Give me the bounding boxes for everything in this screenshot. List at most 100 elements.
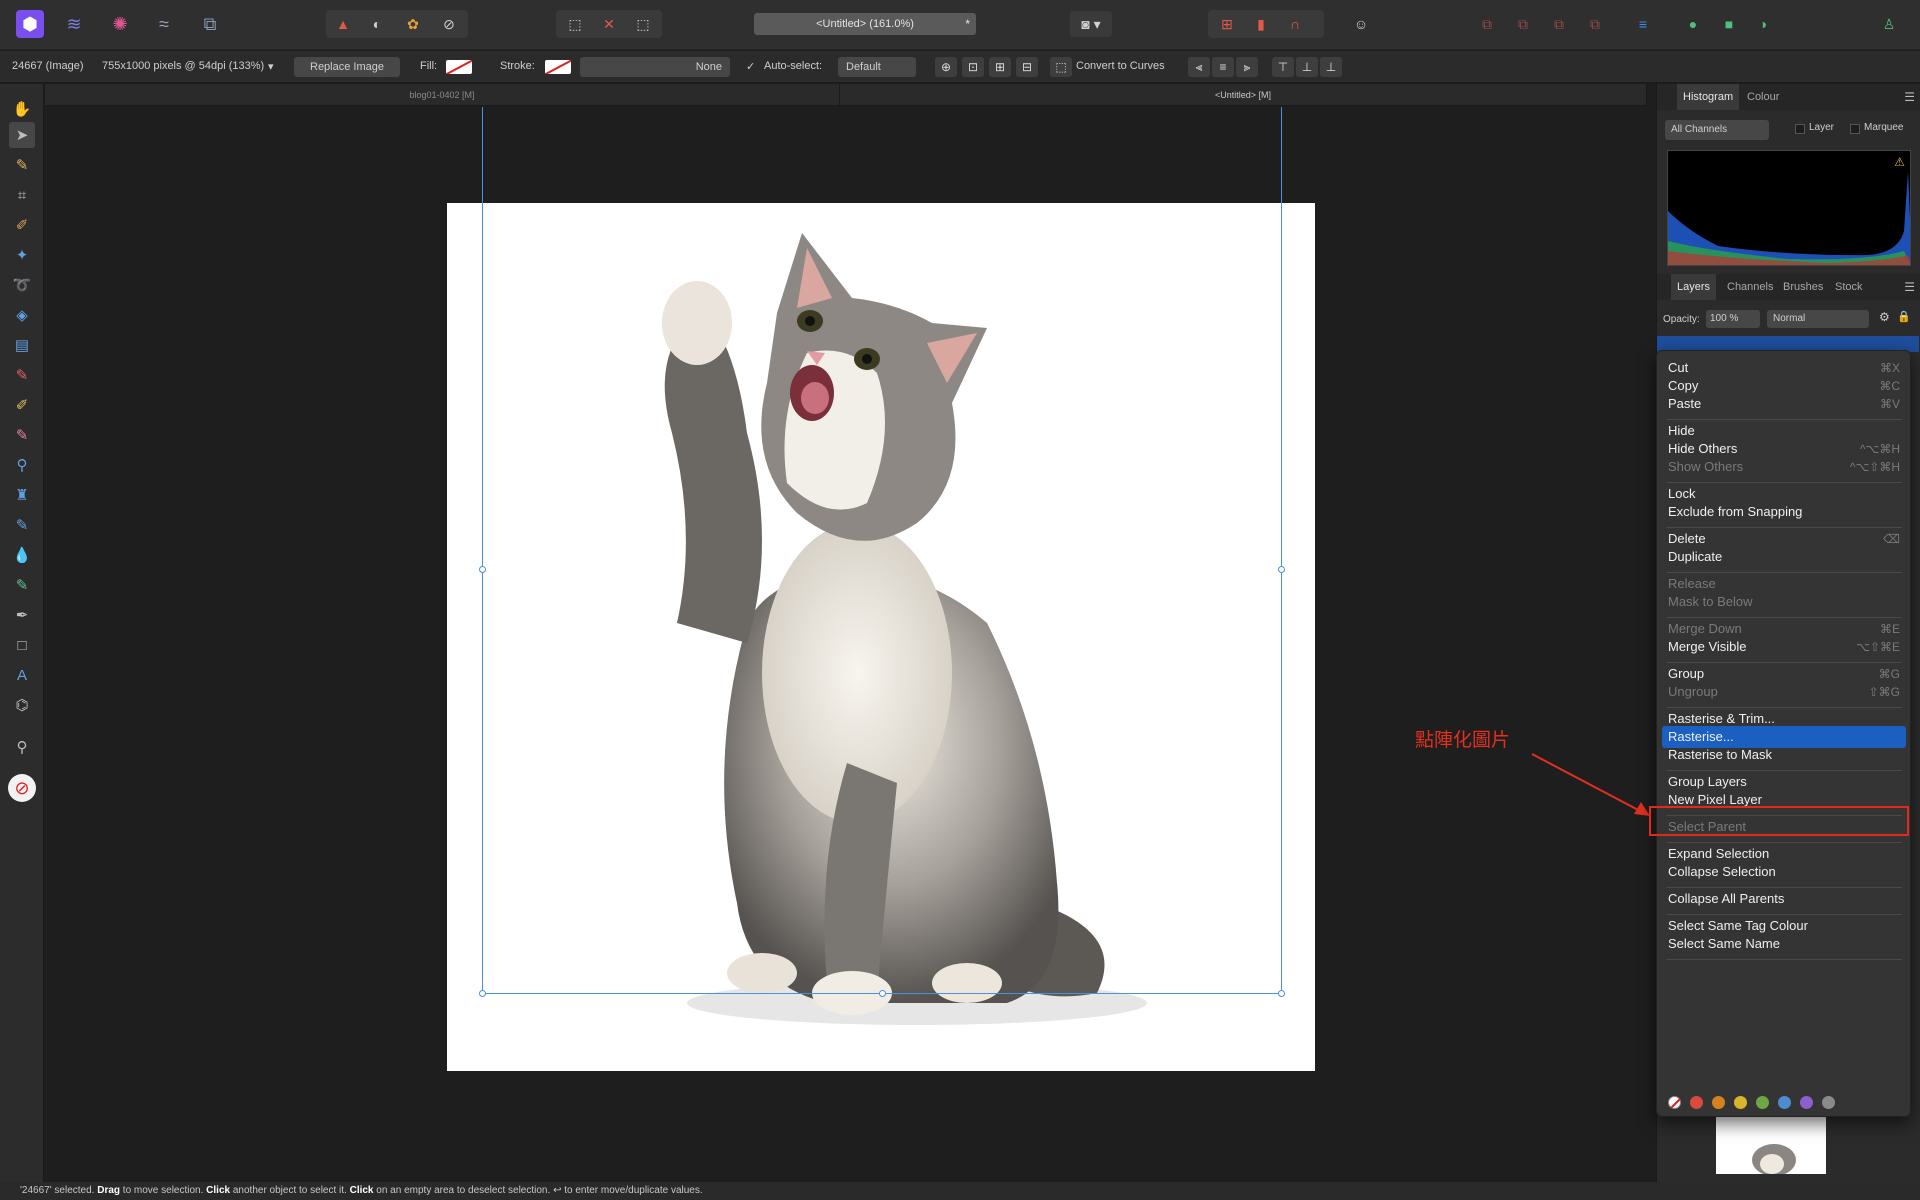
tag-colour-swatch[interactable] [1800,1096,1813,1109]
fill-tool-icon[interactable]: ◈ [9,302,35,328]
auto-contrast-icon[interactable]: ◐ [362,11,392,37]
tag-none-icon[interactable] [1668,1096,1681,1109]
bounding-box-icon[interactable]: ⊡ [962,57,984,77]
export-persona-icon[interactable]: ⧉ [196,10,224,38]
erase-brush-icon[interactable]: ✎ [9,422,35,448]
tab-untitled[interactable]: <Untitled> [M] [840,84,1647,106]
studio-colour-icon[interactable]: ◑ [1748,11,1778,37]
menu-select-same-name[interactable]: Select Same Name [1657,933,1910,955]
lock-icon[interactable]: 🔒 [1897,310,1911,323]
sharpen-brush-icon[interactable]: 💧 [9,542,35,568]
tab-layers[interactable]: Layers [1671,274,1717,300]
alignment-icon[interactable]: ≡ [1628,11,1658,37]
arrange-front-icon[interactable]: ⧉ [1580,11,1610,37]
levels-icon[interactable]: ▲ [328,11,358,37]
colour-swatch-icon[interactable]: ⊘ [8,774,36,802]
freehand-selection-icon[interactable]: ➰ [9,272,35,298]
menu-collapse-selection[interactable]: Collapse Selection [1657,861,1910,883]
tag-colour-swatch[interactable] [1778,1096,1791,1109]
develop-persona-icon[interactable]: ✺ [106,10,134,38]
white-balance-icon[interactable]: ⊘ [434,11,464,37]
arrange-backward-icon[interactable]: ⧉ [1508,11,1538,37]
tag-colour-swatch[interactable] [1712,1096,1725,1109]
arrange-forward-icon[interactable]: ⧉ [1544,11,1574,37]
tab-histogram[interactable]: Histogram [1677,84,1740,110]
arrange-back-icon[interactable]: ⧉ [1472,11,1502,37]
zoom-tool-icon[interactable]: ⚲ [9,734,35,760]
snap-icon[interactable]: ⊞ [989,57,1011,77]
menu-duplicate[interactable]: Duplicate [1657,546,1910,568]
crop-tool-icon[interactable]: ⌗ [9,182,35,208]
clone-brush-icon[interactable]: ♜ [9,482,35,508]
gradient-tool-icon[interactable]: ▤ [9,332,35,358]
tag-colour-swatch[interactable] [1822,1096,1835,1109]
dimensions-chevron-icon[interactable]: ▾ [268,60,274,73]
liquify-persona-icon[interactable]: ≋ [60,10,88,38]
grid-snap-icon[interactable]: ⊟ [1016,57,1038,77]
layer-checkbox[interactable] [1795,124,1805,134]
transform-origin-icon[interactable]: ⊕ [935,57,957,77]
quick-mask-icon[interactable]: ◙ ▾ [1070,11,1112,37]
channels-dropdown[interactable]: All Channels [1665,120,1769,140]
convert-to-curves-button[interactable]: Convert to Curves [1076,60,1165,72]
menu-exclude-snapping[interactable]: Exclude from Snapping [1657,501,1910,523]
selection-handle-left[interactable] [479,566,486,573]
paint-brush-icon[interactable]: ✎ [9,362,35,388]
menu-rasterise-to-mask[interactable]: Rasterise to Mask [1657,744,1910,766]
colour-replacement-icon[interactable]: ✐ [9,392,35,418]
stroke-swatch[interactable] [545,60,571,74]
tab-channels[interactable]: Channels [1721,274,1779,300]
align-top-icon[interactable]: ⊤ [1272,57,1294,77]
healing-brush-icon[interactable]: ✎ [9,572,35,598]
image-dimensions-dropdown[interactable]: 755x1000 pixels @ 54dpi (133%) [102,60,264,72]
layers-menu-icon[interactable]: ☰ [1904,280,1915,294]
opacity-field[interactable]: 100 % [1706,310,1760,328]
tag-colour-swatch[interactable] [1734,1096,1747,1109]
tag-colour-swatch[interactable] [1756,1096,1769,1109]
tone-mapping-persona-icon[interactable]: ≈ [150,10,178,38]
selection-brush-icon[interactable]: ✐ [9,212,35,238]
assistant-icon[interactable]: ☺ [1346,11,1376,37]
warning-icon[interactable]: ⚠ [1894,155,1905,169]
cat-photo[interactable] [447,203,1315,1071]
selection-handle-right[interactable] [1278,566,1285,573]
tab-brushes[interactable]: Brushes [1777,274,1829,300]
colour-wheel-icon[interactable]: ✿ [398,11,428,37]
menu-paste[interactable]: Paste ⌘V [1657,393,1910,415]
studio-chat-icon[interactable]: ● [1678,11,1708,37]
select-all-icon[interactable]: ⬚ [560,11,590,37]
stroke-style-dropdown[interactable]: None [580,57,730,77]
menu-collapse-all-parents[interactable]: Collapse All Parents [1657,888,1910,910]
align-middle-icon[interactable]: ⊥ [1296,57,1318,77]
tab-stock[interactable]: Stock [1829,274,1869,300]
selection-handle-bottom[interactable] [879,990,886,997]
hand-tool-icon[interactable]: ✋ [9,96,35,122]
tag-colour-swatch[interactable] [1690,1096,1703,1109]
photo-persona-icon[interactable]: ⬢ [16,10,44,38]
marquee-checkbox[interactable] [1850,124,1860,134]
align-center-icon[interactable]: ≡ [1212,57,1234,77]
snapping-grid-icon[interactable]: ⊞ [1212,11,1242,37]
auto-select-dropdown[interactable]: Default [838,57,916,77]
artboard[interactable] [447,203,1315,1071]
menu-merge-visible[interactable]: Merge Visible ⌥⇧⌘E [1657,636,1910,658]
convert-curves-icon[interactable]: ⬚ [1050,57,1072,77]
mirror-icon[interactable]: ▮ [1246,11,1276,37]
selection-handle-bottom-left[interactable] [479,990,486,997]
panel-menu-icon[interactable]: ☰ [1904,90,1915,104]
colour-picker-icon[interactable]: ✎ [9,152,35,178]
artistic-text-icon[interactable]: A [9,662,35,688]
user-account-icon[interactable]: ♙ [1874,11,1904,37]
studio-layers-icon[interactable]: ■ [1714,11,1744,37]
fill-swatch[interactable] [446,60,472,74]
dodge-brush-icon[interactable]: ⚲ [9,452,35,478]
deselect-icon[interactable]: ✕ [594,11,624,37]
blend-mode-dropdown[interactable]: Normal [1767,310,1869,328]
align-bottom-icon[interactable]: ⊥ [1320,57,1342,77]
blur-brush-icon[interactable]: ✎ [9,512,35,538]
move-tool-icon[interactable]: ➤ [9,122,35,148]
align-right-icon[interactable]: ⫸ [1236,57,1258,77]
tab-blog01[interactable]: blog01-0402 [M] [45,84,840,106]
invert-selection-icon[interactable]: ⬚ [628,11,658,37]
rectangle-tool-icon[interactable]: □ [9,632,35,658]
